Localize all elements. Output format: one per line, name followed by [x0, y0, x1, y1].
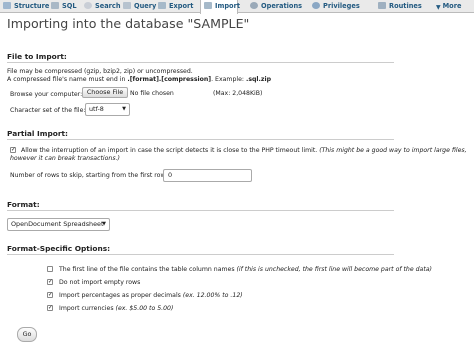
percentages-decimals-label: Import percentages as proper decimals (e… [59, 292, 243, 299]
percentages-decimals-checkbox[interactable]: ✓ [47, 292, 53, 298]
tab-sql[interactable]: SQL [51, 0, 77, 13]
no-file-chosen-text: No file chosen [130, 90, 174, 97]
skip-empty-rows-label: Do not import empty rows [59, 279, 141, 286]
tab-routines[interactable]: Routines [378, 0, 422, 13]
import-icon [204, 2, 212, 9]
section-divider [7, 254, 394, 255]
allow-interrupt-label: Allow the interruption of an import in c… [21, 147, 467, 154]
charset-select[interactable]: utf-8 ▼ [85, 103, 130, 116]
page-title: Importing into the database "SAMPLE" [7, 16, 250, 31]
import-currencies-checkbox[interactable]: ✓ [47, 305, 53, 311]
skip-rows-input[interactable]: 0 [163, 169, 252, 182]
first-line-column-names-checkbox[interactable] [47, 266, 53, 272]
max-size-text: (Max: 2,048KiB) [213, 90, 263, 97]
tab-export[interactable]: Export [158, 0, 193, 13]
file-to-import-legend: File to Import: [7, 52, 67, 61]
skip-empty-rows-checkbox[interactable]: ✓ [47, 279, 53, 285]
tab-more[interactable]: ▼ More [436, 0, 461, 13]
compression-info: File may be compressed (gzip, bzip2, zip… [7, 68, 193, 75]
search-icon [84, 2, 92, 9]
tab-search[interactable]: Search [84, 0, 121, 13]
import-currencies-label: Import currencies (ex. $5.00 to 5.00) [59, 305, 174, 312]
section-divider [7, 139, 394, 140]
choose-file-button[interactable]: Choose File [82, 87, 128, 98]
chevron-down-icon: ▼ [436, 4, 441, 11]
go-button[interactable]: Go [17, 327, 37, 342]
format-select[interactable]: OpenDocument Spreadsheet ▼ [7, 218, 110, 231]
chevron-down-icon: ▼ [102, 221, 106, 227]
routines-icon [378, 2, 386, 9]
compression-name-info: A compressed file's name must end in .[f… [7, 76, 272, 83]
section-divider [7, 210, 394, 211]
export-icon [158, 2, 166, 9]
skip-rows-label: Number of rows to skip, starting from th… [10, 172, 168, 179]
section-divider [7, 62, 394, 63]
first-line-column-names-label: The first line of the file contains the … [59, 266, 432, 273]
tab-bar: Structure SQL Search Query Export Import… [0, 0, 474, 14]
browse-label: Browse your computer: [10, 91, 83, 98]
operations-icon [250, 2, 258, 9]
sql-icon [51, 2, 59, 9]
tab-privileges[interactable]: Privileges [312, 0, 360, 13]
query-icon [123, 2, 131, 9]
privileges-icon [312, 2, 320, 9]
allow-interrupt-note: however it can break transactions.) [10, 155, 120, 162]
tab-import[interactable]: Import [200, 0, 240, 14]
partial-import-legend: Partial Import: [7, 129, 68, 138]
tab-query[interactable]: Query [123, 0, 156, 13]
format-legend: Format: [7, 200, 40, 209]
format-specific-legend: Format-Specific Options: [7, 244, 111, 253]
structure-icon [3, 2, 11, 9]
tab-structure[interactable]: Structure [3, 0, 49, 13]
charset-label: Character set of the file: [10, 107, 86, 114]
tab-operations[interactable]: Operations [250, 0, 302, 13]
allow-interrupt-checkbox[interactable]: ✓ [10, 147, 16, 153]
chevron-down-icon: ▼ [122, 106, 126, 112]
